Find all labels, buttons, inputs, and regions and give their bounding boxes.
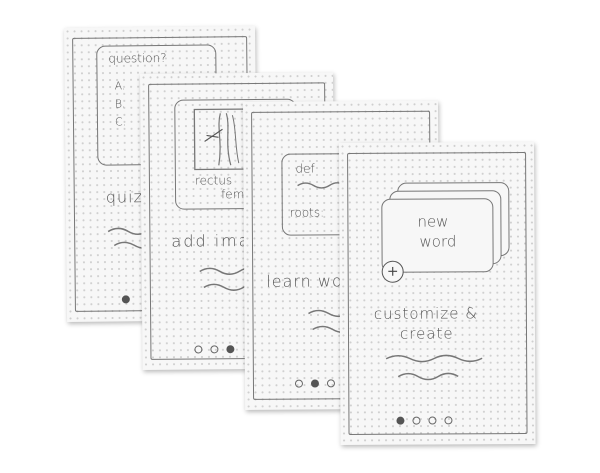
screen-caption-customize-line1: customize & — [373, 304, 478, 323]
pagination-dots — [339, 142, 534, 425]
page-dot[interactable] — [226, 345, 235, 354]
question-text: question? — [108, 50, 167, 66]
page-dot[interactable] — [326, 379, 335, 388]
page-dot[interactable] — [428, 416, 437, 425]
description-scribble — [385, 354, 483, 381]
pagination-dots — [243, 101, 438, 388]
card-title-line1: new — [417, 212, 449, 231]
card-title-line2: word — [419, 232, 457, 251]
option-b: B. — [114, 97, 126, 111]
screen-caption-customize-line2: create — [399, 324, 454, 343]
page-dot[interactable] — [444, 416, 453, 425]
def-label: def — [295, 161, 315, 176]
add-card-button[interactable]: + — [381, 260, 404, 283]
page-dot[interactable] — [412, 416, 421, 425]
screen-caption-quiz: quiz — [105, 187, 144, 207]
screen-card-customize[interactable]: new word + customize & create — [339, 141, 536, 445]
definition-scribble — [297, 182, 345, 189]
page-dot[interactable] — [294, 379, 303, 388]
page-dot[interactable] — [396, 416, 405, 425]
page-dot[interactable] — [310, 379, 319, 388]
plus-icon: + — [386, 263, 399, 280]
page-dot — [121, 295, 130, 304]
roots-label: roots: — [289, 205, 325, 220]
page-dot[interactable] — [210, 345, 219, 354]
page-dot[interactable] — [194, 345, 203, 354]
option-a: A. — [114, 79, 126, 93]
option-c: C. — [114, 115, 127, 129]
image-label-line1: rectus — [194, 173, 233, 188]
